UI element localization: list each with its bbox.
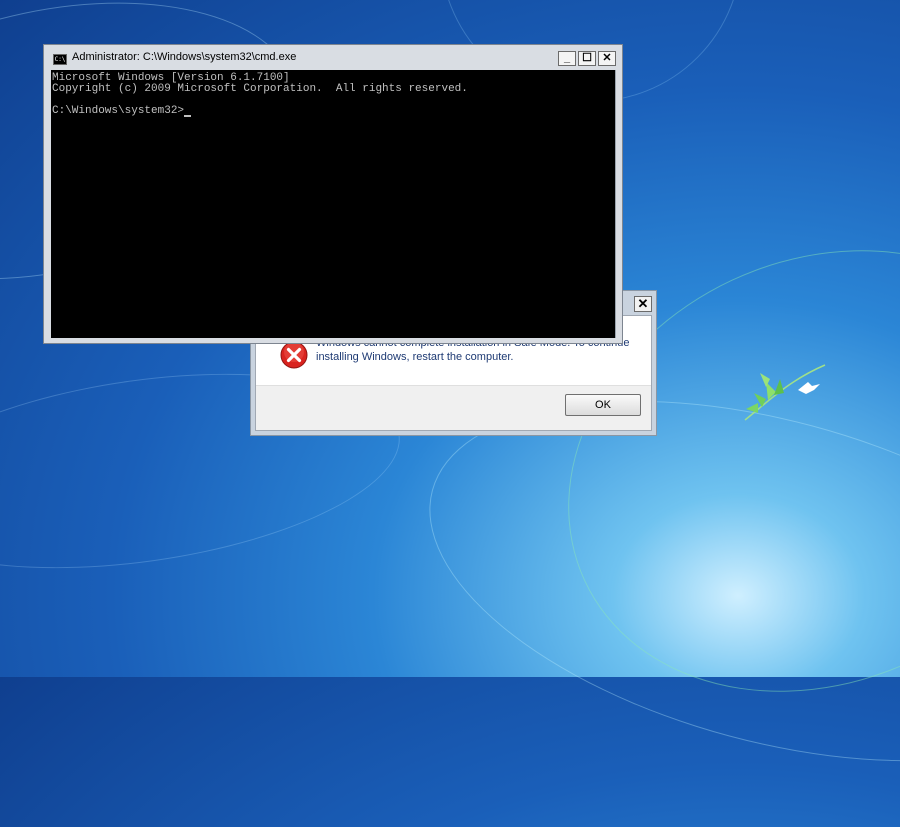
console-line: Copyright (c) 2009 Microsoft Corporation… bbox=[52, 83, 468, 95]
dialog-footer: OK bbox=[256, 385, 651, 430]
minimize-button[interactable]: _ bbox=[558, 51, 576, 66]
error-icon bbox=[280, 341, 308, 369]
cmd-window-title: Administrator: C:\Windows\system32\cmd.e… bbox=[72, 51, 297, 63]
text-cursor bbox=[184, 115, 192, 117]
close-button[interactable]: ✕ bbox=[598, 51, 616, 66]
console-prompt-line: C:\Windows\system32> bbox=[52, 106, 615, 117]
console-output[interactable]: Microsoft Windows [Version 6.1.7100] Copy… bbox=[51, 70, 615, 338]
cmd-app-icon[interactable]: C:\ bbox=[53, 54, 67, 65]
console-prompt: C:\Windows\system32> bbox=[52, 105, 185, 117]
cmd-window: C:\ Administrator: C:\Windows\system32\c… bbox=[43, 44, 623, 344]
console-edge bbox=[615, 70, 616, 338]
maximize-button[interactable]: ☐ bbox=[578, 51, 596, 66]
cmd-titlebar[interactable]: C:\ Administrator: C:\Windows\system32\c… bbox=[44, 45, 622, 69]
dialog-message-line: installing Windows, restart the computer… bbox=[316, 351, 514, 363]
wallpaper-branch-icon bbox=[744, 364, 826, 421]
dialog-close-button[interactable]: ✕ bbox=[634, 296, 652, 312]
ok-button[interactable]: OK bbox=[565, 394, 641, 416]
caption-buttons: _ ☐ ✕ bbox=[558, 51, 616, 66]
